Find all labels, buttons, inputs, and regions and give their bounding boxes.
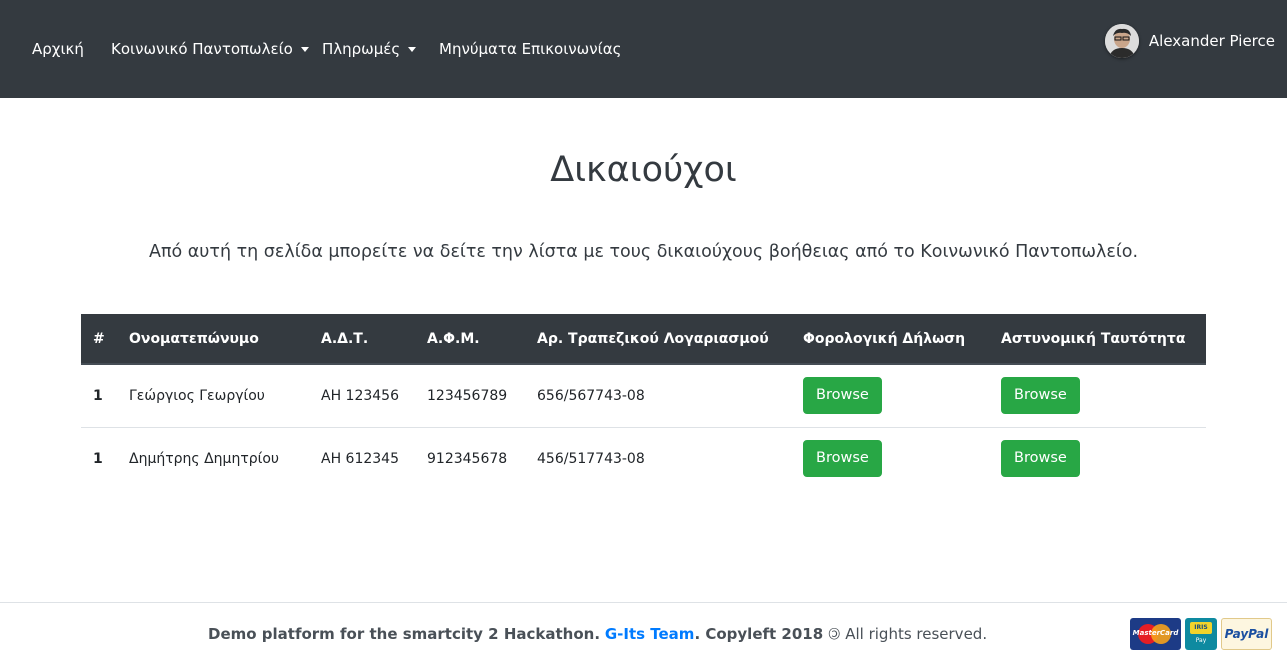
page-footer: Demo platform for the smartcity 2 Hackat… xyxy=(0,602,1287,660)
team-link[interactable]: G-Its Team xyxy=(605,625,695,643)
payment-logos: MasterCard IRIS Pay PayPal xyxy=(1130,618,1272,650)
paypal-logo-icon: PayPal xyxy=(1221,618,1272,650)
iris-pay-logo-icon: IRIS Pay xyxy=(1185,618,1217,650)
footer-copyleft: . Copyleft 2018 xyxy=(694,625,824,643)
row-adt: ΑΗ 612345 xyxy=(321,450,399,467)
row-id-cell: Browse xyxy=(989,364,1206,428)
col-header-index: # xyxy=(81,314,117,365)
nav-home-label: Αρχική xyxy=(32,40,84,58)
avatar xyxy=(1104,24,1139,58)
col-header-afm: Α.Φ.Μ. xyxy=(415,314,525,365)
nav-contact-label: Μηνύματα Επικοινωνίας xyxy=(439,40,622,58)
row-tax-cell: Browse xyxy=(791,364,989,428)
footer-prefix: Demo platform for the smartcity 2 Hackat… xyxy=(208,625,601,643)
row-adt: ΑΗ 123456 xyxy=(309,364,415,428)
table-row: 1 Δημήτρης Δημητρίου ΑΗ 612345 912345678… xyxy=(81,427,1206,490)
browse-id-button[interactable]: Browse xyxy=(1001,377,1080,415)
nav-payments-label: Πληρωμές xyxy=(322,40,401,58)
browse-id-button[interactable]: Browse xyxy=(1001,440,1080,478)
nav-grocery-label: Κοινωνικό Παντοπωλείο xyxy=(111,40,293,58)
user-avatar-icon xyxy=(1104,24,1139,58)
top-navbar: Αρχική Κοινωνικό Παντοπωλείο Πληρωμές Μη… xyxy=(0,0,1287,98)
row-account: 656/567743-08 xyxy=(525,364,791,428)
beneficiaries-table: # Ονοματεπώνυμο Α.Δ.Τ. Α.Φ.Μ. Αρ. Τραπεζ… xyxy=(81,314,1206,490)
col-header-name: Ονοματεπώνυμο xyxy=(117,314,309,365)
row-afm: 912345678 xyxy=(427,450,508,467)
nav-contact-link[interactable]: Μηνύματα Επικοινωνίας xyxy=(439,40,621,58)
row-name: Δημήτρης Δημητρίου xyxy=(129,450,280,467)
iris-text: IRIS xyxy=(1190,622,1212,634)
row-index: 1 xyxy=(81,364,117,428)
row-index: 1 xyxy=(93,450,103,467)
nav-home-link[interactable]: Αρχική xyxy=(32,40,84,58)
nav-grocery-dropdown[interactable]: Κοινωνικό Παντοπωλείο xyxy=(111,40,309,58)
user-name: Alexander Pierce xyxy=(1148,32,1275,50)
browse-tax-button[interactable]: Browse xyxy=(803,377,882,415)
row-id-cell: Browse xyxy=(989,427,1206,490)
table-header-row: # Ονοματεπώνυμο Α.Δ.Τ. Α.Φ.Μ. Αρ. Τραπεζ… xyxy=(81,314,1206,365)
browse-tax-button[interactable]: Browse xyxy=(803,440,882,478)
caret-down-icon xyxy=(300,46,309,52)
footer-text: Demo platform for the smartcity 2 Hackat… xyxy=(208,623,987,644)
table-row: 1 Γεώργιος Γεωργίου ΑΗ 123456 123456789 … xyxy=(81,364,1206,428)
row-tax-cell: Browse xyxy=(791,427,989,490)
user-menu[interactable]: Alexander Pierce xyxy=(1104,24,1275,58)
col-header-police-id: Αστυνομική Ταυτότητα xyxy=(989,314,1206,365)
page-title: Δικαιούχοι xyxy=(550,150,737,190)
copyleft-icon: 🄯 xyxy=(827,625,841,643)
caret-down-icon xyxy=(408,46,417,52)
mastercard-text: MasterCard xyxy=(1132,629,1179,637)
nav-payments-dropdown[interactable]: Πληρωμές xyxy=(322,40,417,58)
row-account: 456/517743-08 xyxy=(537,450,645,467)
col-header-tax-declaration: Φορολογική Δήλωση xyxy=(791,314,989,365)
paypal-text: PayPal xyxy=(1224,627,1269,641)
iris-pay-text: Pay xyxy=(1195,637,1207,644)
row-afm: 123456789 xyxy=(415,364,525,428)
col-header-adt: Α.Δ.Τ. xyxy=(309,314,415,365)
page-description: Από αυτή τη σελίδα μπορείτε να δείτε την… xyxy=(148,242,1139,262)
row-name: Γεώργιος Γεωργίου xyxy=(117,364,309,428)
col-header-account: Αρ. Τραπεζικού Λογαριασμού xyxy=(525,314,791,365)
mastercard-logo-icon: MasterCard xyxy=(1130,618,1181,650)
footer-rights: All rights reserved. xyxy=(845,625,988,643)
